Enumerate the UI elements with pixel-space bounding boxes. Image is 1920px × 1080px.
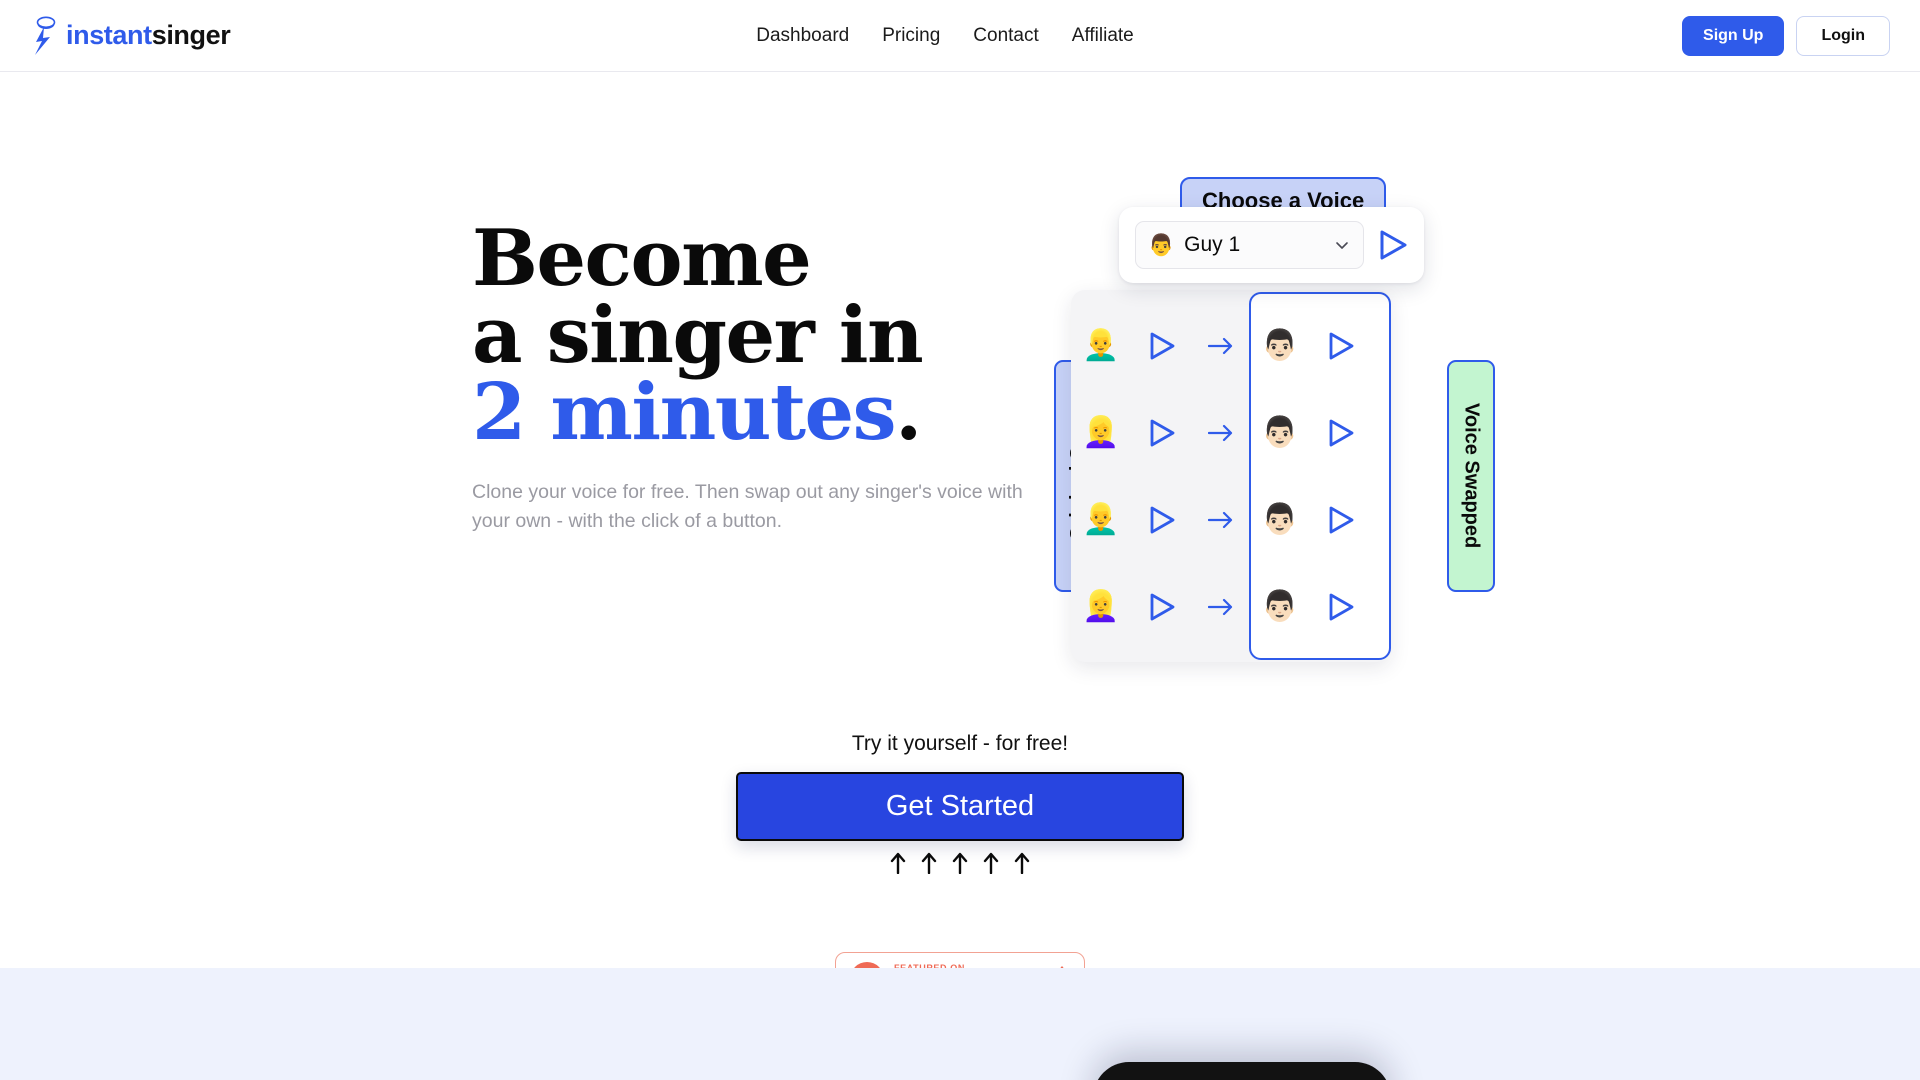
original-singer-emoji: 👱‍♀️: [1082, 415, 1120, 449]
swapped-singer-emoji: 👨🏻: [1261, 589, 1299, 623]
demo-row: 👱‍♂️ 👨🏻: [1071, 486, 1391, 554]
arrow-up-icon: [1014, 852, 1030, 874]
original-singer-emoji: 👱‍♂️: [1082, 328, 1120, 362]
original-play-button[interactable]: [1131, 505, 1193, 535]
original-singer-emoji: 👱‍♂️: [1082, 502, 1120, 536]
microphone-bolt-icon: [30, 16, 56, 56]
swap-arrow-icon: [1193, 423, 1249, 443]
headline-accent: 2 minutes: [472, 367, 897, 459]
main-navigation: Dashboard Pricing Contact Affiliate: [756, 25, 1133, 47]
nav-item-affiliate[interactable]: Affiliate: [1072, 25, 1134, 47]
original-play-button[interactable]: [1131, 418, 1193, 448]
lower-section: [0, 968, 1920, 1080]
arrow-up-icon: [890, 852, 906, 874]
nav-item-pricing[interactable]: Pricing: [882, 25, 940, 47]
original-avatar-cell: 👱‍♂️: [1071, 502, 1131, 536]
voice-swapped-label: Voice Swapped: [1460, 403, 1483, 549]
arrow-up-icon: [952, 852, 968, 874]
swapped-avatar-cell: 👨🏻: [1249, 502, 1311, 536]
voice-preview-play-button[interactable]: [1378, 229, 1408, 261]
get-started-button[interactable]: Get Started: [736, 772, 1184, 841]
swapped-play-button[interactable]: [1311, 505, 1371, 535]
swap-arrow-icon: [1193, 336, 1249, 356]
hero-section: Become a singer in 2 minutes. Clone your…: [0, 72, 1920, 1006]
top-navbar: instantsinger Dashboard Pricing Contact …: [0, 0, 1920, 72]
phone-mockup: [1093, 1062, 1391, 1080]
upward-arrows: [890, 852, 1030, 874]
demo-rows: 👱‍♂️ 👨🏻 👱‍♀️: [1071, 290, 1391, 662]
swapped-singer-emoji: 👨🏻: [1261, 502, 1299, 536]
chevron-down-icon: [1335, 238, 1349, 252]
cta-block: Try it yourself - for free! Get Started: [0, 732, 1920, 874]
hero-copy: Become a singer in 2 minutes. Clone your…: [472, 220, 1052, 536]
hero-subtitle: Clone your voice for free. Then swap out…: [472, 480, 1023, 532]
voice-select-dropdown[interactable]: 👨 Guy 1: [1135, 221, 1364, 269]
brand-wordmark: instantsinger: [66, 20, 231, 50]
original-avatar-cell: 👱‍♀️: [1071, 415, 1131, 449]
brand-name-first: instant: [66, 20, 152, 50]
arrow-up-icon: [983, 852, 999, 874]
swapped-avatar-cell: 👨🏻: [1249, 328, 1311, 362]
original-avatar-cell: 👱‍♂️: [1071, 328, 1131, 362]
selected-voice-avatar-emoji: 👨: [1148, 233, 1175, 257]
selected-voice-name: Guy 1: [1184, 233, 1241, 256]
original-avatar-cell: 👱‍♀️: [1071, 589, 1131, 623]
swap-arrow-icon: [1193, 510, 1249, 530]
swapped-avatar-cell: 👨🏻: [1249, 415, 1311, 449]
cta-label: Try it yourself - for free!: [851, 732, 1069, 755]
swap-arrow-icon: [1193, 597, 1249, 617]
swapped-avatar-cell: 👨🏻: [1249, 589, 1311, 623]
demo-row: 👱‍♀️ 👨🏻: [1071, 399, 1391, 467]
nav-actions: Sign Up Login: [1682, 15, 1890, 56]
original-singer-emoji: 👱‍♀️: [1082, 589, 1120, 623]
swapped-play-button[interactable]: [1311, 331, 1371, 361]
brand-name-second: singer: [151, 20, 231, 50]
original-play-button[interactable]: [1131, 331, 1193, 361]
sign-up-button[interactable]: Sign Up: [1682, 15, 1785, 56]
login-button[interactable]: Login: [1796, 15, 1890, 56]
voice-swapped-tag: Voice Swapped: [1447, 360, 1495, 592]
page-title: Become a singer in 2 minutes.: [472, 220, 1052, 452]
nav-item-contact[interactable]: Contact: [973, 25, 1038, 47]
swapped-play-button[interactable]: [1311, 592, 1371, 622]
brand-logo[interactable]: instantsinger: [30, 16, 231, 56]
demo-row: 👱‍♀️ 👨🏻: [1071, 573, 1391, 641]
swapped-singer-emoji: 👨🏻: [1261, 328, 1299, 362]
demo-row: 👱‍♂️ 👨🏻: [1071, 312, 1391, 380]
headline-period: .: [895, 367, 922, 459]
arrow-up-icon: [921, 852, 937, 874]
voice-selector-card: 👨 Guy 1: [1119, 207, 1424, 283]
swapped-singer-emoji: 👨🏻: [1261, 415, 1299, 449]
nav-item-dashboard[interactable]: Dashboard: [756, 25, 849, 47]
voice-demo-widget: Choose a Voice Original Song Voice Swapp…: [1054, 177, 1495, 697]
swapped-play-button[interactable]: [1311, 418, 1371, 448]
original-play-button[interactable]: [1131, 592, 1193, 622]
